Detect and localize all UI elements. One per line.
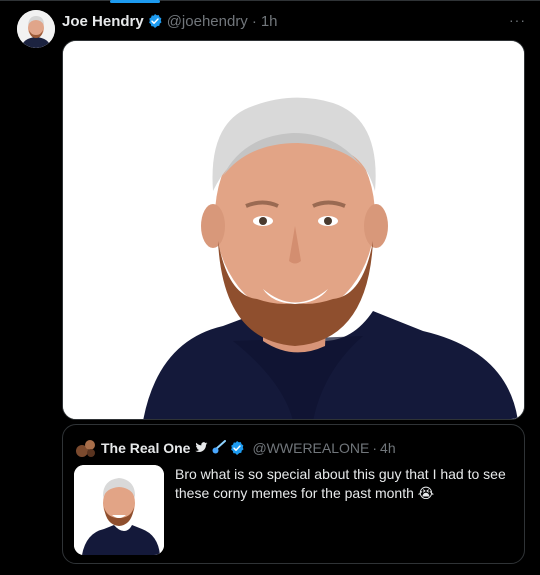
tweet[interactable]: Joe Hendry @joehendry · 1h ··· The Real …	[0, 6, 540, 575]
quoted-author-handle[interactable]: @WWEREALONE	[252, 440, 369, 456]
more-dots-icon[interactable]: ···	[509, 12, 526, 28]
quoted-tweet[interactable]: The Real One @WWEREALONE · 4h Bro what i…	[62, 424, 525, 564]
quoted-author-avatar[interactable]	[75, 437, 97, 459]
comet-icon	[212, 439, 227, 457]
quoted-timestamp[interactable]: 4h	[380, 440, 396, 456]
quoted-author-name[interactable]: The Real One	[101, 440, 190, 456]
author-avatar[interactable]	[17, 10, 55, 48]
bird-icon	[195, 441, 208, 456]
tweet-media-image[interactable]	[62, 40, 525, 420]
active-tab-underline	[110, 0, 160, 3]
quoted-tweet-text: Bro what is so special about this guy th…	[175, 466, 506, 501]
divider	[0, 0, 540, 1]
tweet-header: Joe Hendry @joehendry · 1h	[62, 10, 278, 32]
author-handle[interactable]: @joehendry	[167, 13, 248, 30]
separator-dot: ·	[251, 12, 257, 30]
quoted-tweet-header: The Real One @WWEREALONE · 4h	[75, 437, 396, 459]
verified-badge-icon	[147, 13, 163, 29]
portrait-image	[63, 41, 524, 419]
author-name[interactable]: Joe Hendry	[62, 13, 144, 30]
separator-dot: ·	[372, 440, 378, 456]
verified-badge-icon	[229, 440, 245, 456]
quoted-media-thumbnail[interactable]	[74, 465, 164, 555]
tweet-timestamp[interactable]: 1h	[261, 13, 278, 30]
